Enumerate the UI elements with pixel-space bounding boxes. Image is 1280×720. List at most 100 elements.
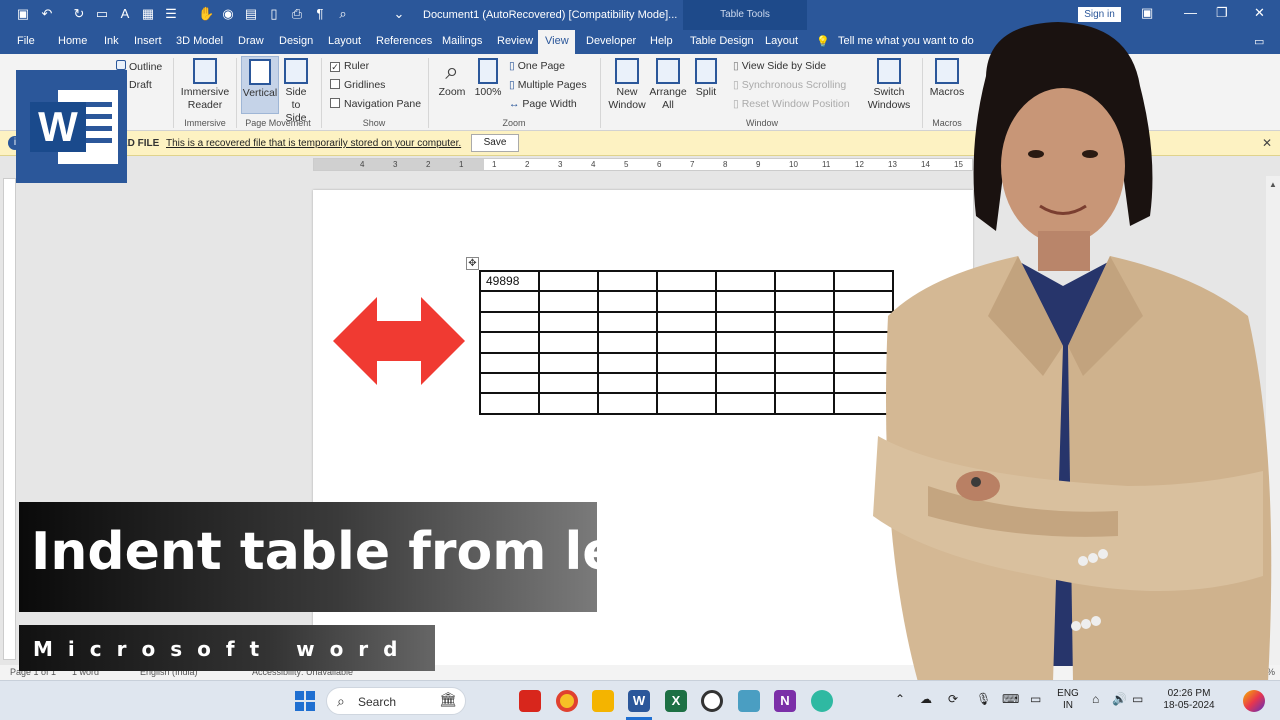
- table-move-handle[interactable]: ✥: [466, 257, 479, 270]
- save-button[interactable]: Save: [471, 134, 519, 152]
- table-cell[interactable]: [774, 269, 835, 293]
- table-cell[interactable]: [656, 351, 717, 374]
- acrobat-icon[interactable]: [519, 690, 541, 712]
- onenote-icon[interactable]: N: [774, 690, 796, 712]
- print-icon[interactable]: ⎙: [290, 7, 304, 21]
- table-cell[interactable]: [774, 331, 835, 354]
- table-cell[interactable]: [715, 392, 776, 415]
- table-cell[interactable]: [656, 310, 717, 334]
- table-cell[interactable]: [538, 331, 599, 354]
- immersive-reader-button[interactable]: Immersive Reader: [178, 58, 232, 112]
- table-cell[interactable]: [538, 310, 599, 334]
- table-icon[interactable]: ▤: [244, 7, 258, 21]
- page-icon[interactable]: ▯: [267, 7, 281, 21]
- side-to-side-button[interactable]: Side to Side: [280, 58, 312, 125]
- table-cell[interactable]: [656, 371, 717, 395]
- table-cell[interactable]: [597, 290, 658, 313]
- tab-home[interactable]: Home: [58, 35, 87, 47]
- document-table[interactable]: 49898: [479, 269, 894, 415]
- network-icon[interactable]: ⌂: [1092, 693, 1099, 705]
- table-cell[interactable]: [597, 371, 658, 395]
- table-cell[interactable]: [715, 310, 776, 334]
- table-cell[interactable]: [597, 351, 658, 374]
- table-cell[interactable]: [715, 331, 776, 354]
- cloud-icon[interactable]: ☁: [920, 693, 932, 705]
- taskbar-search[interactable]: ⌕ Search 🏛: [326, 687, 466, 715]
- one-page-button[interactable]: ▯ One Page: [509, 60, 565, 73]
- table-cell[interactable]: [774, 351, 835, 374]
- table-cell[interactable]: [774, 290, 835, 313]
- preview-icon[interactable]: ⌕: [336, 7, 350, 21]
- tab-table-design[interactable]: Table Design: [690, 35, 754, 47]
- microphone-icon[interactable]: 🎙: [976, 693, 991, 705]
- camera-icon[interactable]: ◉: [221, 7, 235, 21]
- copilot-icon[interactable]: [1243, 690, 1265, 712]
- volume-icon[interactable]: 🔊: [1112, 693, 1127, 705]
- draft-button[interactable]: Draft: [129, 79, 152, 92]
- table-cell[interactable]: [538, 351, 599, 374]
- gridlines-checkbox[interactable]: Gridlines: [330, 79, 385, 92]
- bullet-icon[interactable]: ☰: [164, 7, 178, 21]
- table-cell[interactable]: [715, 269, 776, 293]
- tab-help[interactable]: Help: [650, 35, 673, 47]
- synchronous-scrolling-button[interactable]: ▯ Synchronous Scrolling: [733, 79, 846, 92]
- start-icon[interactable]: [295, 691, 315, 711]
- table-cell[interactable]: [774, 392, 835, 415]
- edge-icon[interactable]: [811, 690, 833, 712]
- multiple-pages-button[interactable]: ▯ Multiple Pages: [509, 79, 587, 92]
- word-taskbar-icon[interactable]: W: [628, 690, 650, 712]
- tab-mailings[interactable]: Mailings: [442, 35, 482, 47]
- sync-icon[interactable]: ⟳: [948, 693, 958, 705]
- table-cell[interactable]: [656, 331, 717, 354]
- view-side-by-side-button[interactable]: ▯ View Side by Side: [733, 60, 826, 73]
- table-cell[interactable]: [715, 290, 776, 313]
- tab-file[interactable]: File: [17, 35, 35, 47]
- undo-icon[interactable]: ↶: [40, 7, 54, 21]
- table-cell[interactable]: [656, 290, 717, 313]
- vertical-button[interactable]: Vertical: [241, 56, 279, 114]
- table-cell[interactable]: [597, 310, 658, 334]
- app-icon[interactable]: [738, 690, 760, 712]
- table-cell[interactable]: [656, 269, 717, 293]
- tab-draw[interactable]: Draw: [238, 35, 264, 47]
- tab-insert[interactable]: Insert: [134, 35, 162, 47]
- vertical-ruler[interactable]: [3, 178, 16, 660]
- customize-icon[interactable]: ⌄: [392, 7, 406, 21]
- table-cell[interactable]: [597, 269, 658, 293]
- tab-references[interactable]: References: [376, 35, 432, 47]
- reset-window-position-button[interactable]: ▯ Reset Window Position: [733, 98, 850, 111]
- excel-icon[interactable]: X: [665, 690, 687, 712]
- table-cell[interactable]: 49898: [479, 269, 540, 293]
- tab-developer[interactable]: Developer: [586, 35, 636, 47]
- tab-table-layout[interactable]: Layout: [765, 35, 798, 47]
- chrome-icon[interactable]: [556, 690, 578, 712]
- clock-app-icon[interactable]: [701, 690, 723, 712]
- keyboard-icon[interactable]: ⌨: [1002, 693, 1019, 705]
- arrange-all-button[interactable]: Arrange All: [648, 58, 688, 112]
- touch-icon[interactable]: ✋: [198, 7, 214, 21]
- page-width-button[interactable]: ↔ Page Width: [509, 98, 577, 111]
- table-cell[interactable]: [538, 392, 599, 415]
- clock[interactable]: 02:26 PM 18-05-2024: [1156, 688, 1222, 712]
- table-cell[interactable]: [479, 351, 540, 374]
- table-cell[interactable]: [479, 371, 540, 395]
- table-cell[interactable]: [479, 331, 540, 354]
- font-icon[interactable]: A: [118, 7, 132, 21]
- split-button[interactable]: Split: [692, 58, 720, 99]
- open-icon[interactable]: ▭: [95, 7, 109, 21]
- display-icon[interactable]: ▭: [1030, 693, 1041, 705]
- spelling-icon[interactable]: ▦: [141, 7, 155, 21]
- table-cell[interactable]: [597, 392, 658, 415]
- zoom-100-button[interactable]: 100%: [473, 58, 503, 99]
- table-cell[interactable]: [538, 371, 599, 395]
- table-cell[interactable]: [538, 269, 599, 293]
- file-explorer-icon[interactable]: [592, 690, 614, 712]
- table-cell[interactable]: [715, 371, 776, 395]
- table-cell[interactable]: [479, 290, 540, 313]
- tab-ink[interactable]: Ink: [104, 35, 119, 47]
- tab-layout[interactable]: Layout: [328, 35, 361, 47]
- chevron-up-icon[interactable]: ⌃: [895, 693, 905, 705]
- table-cell[interactable]: [715, 351, 776, 374]
- table-cell[interactable]: [538, 290, 599, 313]
- tab-design[interactable]: Design: [279, 35, 313, 47]
